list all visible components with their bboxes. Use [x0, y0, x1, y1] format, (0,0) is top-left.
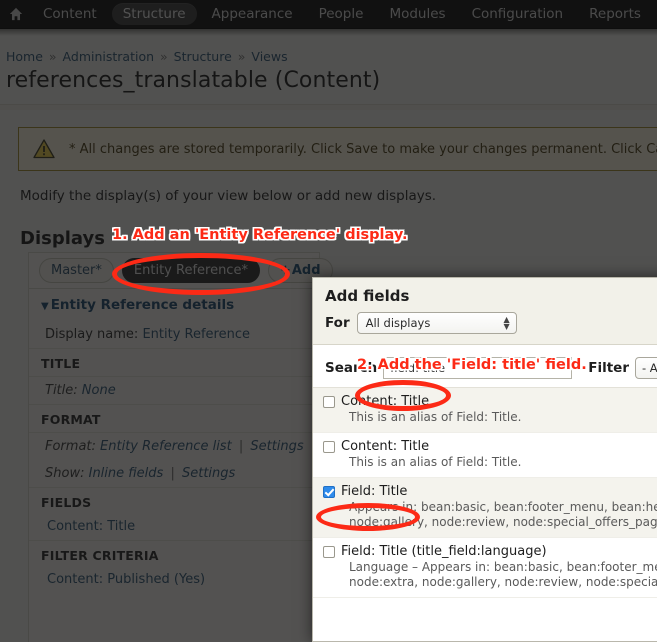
checkbox-content-title-2[interactable] — [323, 441, 335, 453]
chevron-updown-icon: ▲ ▼ — [503, 315, 510, 331]
option-description: Language – Appears in: bean:basic, bean:… — [349, 560, 657, 589]
annotation-step-2: 2. Add the 'Field: title' field. — [357, 357, 587, 373]
filter-select[interactable]: - A — [635, 357, 657, 379]
modal-title: Add fields — [325, 287, 410, 305]
option-title: Field: Title (title_field:language) — [341, 544, 547, 559]
displays-select[interactable]: All displays ▲ ▼ — [356, 312, 517, 334]
annotation-ellipse-search-input — [355, 380, 451, 411]
option-title: Field: Title — [341, 484, 408, 499]
checkbox-field-title[interactable] — [323, 486, 335, 498]
option-title: Content: Title — [341, 439, 430, 454]
annotation-ellipse-entity-reference-tab — [112, 253, 290, 295]
annotation-ellipse-field-title-checkbox — [316, 503, 420, 531]
option-body: Content: Title This is an alias of Field… — [341, 439, 521, 470]
option-description: This is an alias of Field: Title. — [349, 410, 522, 424]
annotation-step-1: 1. Add an 'Entity Reference' display. — [112, 227, 408, 243]
checkbox-field-title-language[interactable] — [323, 546, 335, 558]
checkbox-content-title-1[interactable] — [323, 396, 335, 408]
for-label: For — [325, 315, 350, 331]
for-row: For All displays ▲ ▼ — [325, 312, 657, 334]
filter-select-value: - A — [642, 361, 657, 375]
option-body: Field: Title (title_field:language) Lang… — [341, 544, 657, 590]
filter-label: Filter — [588, 360, 629, 376]
modal-header: Add fields For All displays ▲ ▼ — [313, 278, 657, 345]
field-options-list: Content: Title This is an alias of Field… — [313, 387, 657, 598]
list-item[interactable]: Content: Title This is an alias of Field… — [313, 433, 657, 478]
option-description: This is an alias of Field: Title. — [349, 455, 522, 469]
list-item[interactable]: Field: Title (title_field:language) Lang… — [313, 538, 657, 598]
add-fields-modal: Add fields For All displays ▲ ▼ Search Fi… — [312, 277, 657, 642]
displays-select-value: All displays — [365, 316, 431, 330]
